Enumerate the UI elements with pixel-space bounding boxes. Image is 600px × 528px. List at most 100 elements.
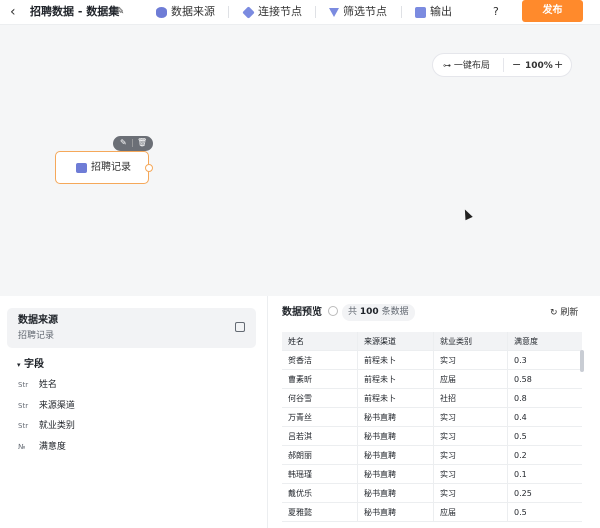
field-item[interactable]: № 满意度: [18, 440, 66, 454]
divider: [401, 6, 402, 18]
table-cell: 秘书直聘: [358, 465, 434, 484]
count-prefix: 共: [348, 307, 358, 317]
table-cell: 前程未卜: [358, 370, 434, 389]
row-count-badge: 共 100 条数据: [342, 304, 415, 321]
fields-heading-label: 字段: [24, 359, 44, 370]
column-header[interactable]: 来源渠道: [358, 332, 434, 351]
table-row[interactable]: 万青丝 秘书直聘 实习 0.4: [282, 408, 582, 427]
pencil-icon[interactable]: ✎: [116, 5, 124, 19]
zoom-in-button[interactable]: +: [554, 58, 563, 72]
table-cell: 韩瑶瑾: [282, 465, 358, 484]
column-header[interactable]: 满意度: [508, 332, 582, 351]
help-button[interactable]: ?: [493, 4, 499, 20]
table-cell: 何谷雪: [282, 389, 358, 408]
publish-button[interactable]: 发布: [522, 0, 583, 22]
table-row[interactable]: 吕若淇 秘书直聘 实习 0.5: [282, 427, 582, 446]
count-value: 100: [359, 307, 379, 317]
node-output-port[interactable]: [145, 164, 153, 172]
table-row[interactable]: 贺香洁 前程未卜 实习 0.3: [282, 351, 582, 370]
database-icon: [76, 163, 87, 173]
field-name: 就业类别: [38, 421, 75, 431]
field-item[interactable]: Str 就业类别: [18, 419, 75, 433]
field-item[interactable]: Str 来源渠道: [18, 399, 75, 413]
data-preview-panel: 数据预览 共 100 条数据 ↻ 刷新 姓名 来源渠道 就业类别 满意度 贺香洁…: [269, 296, 600, 528]
filter-icon: [329, 7, 339, 17]
table-row[interactable]: 韩瑶瑾 秘书直聘 实习 0.1: [282, 465, 582, 484]
table-cell: 万青丝: [282, 408, 358, 427]
fields-heading[interactable]: ▾ 字段: [17, 358, 44, 372]
source-title: 数据来源: [18, 315, 58, 326]
divider: [503, 58, 504, 72]
table-cell: 前程未卜: [358, 389, 434, 408]
table-cell: 秘书直聘: [358, 484, 434, 503]
table-row[interactable]: 夏雅懿 秘书直聘 应届 0.5: [282, 503, 582, 522]
source-card[interactable]: 数据来源 招聘记录: [7, 308, 256, 348]
tool-join-node-button[interactable]: 连接节点: [242, 4, 302, 20]
table-cell: 实习: [434, 446, 508, 465]
table-cell: 实习: [434, 408, 508, 427]
refresh-icon: ↻: [550, 308, 558, 318]
table-cell: 秘书直聘: [358, 503, 434, 522]
field-name: 满意度: [38, 442, 66, 452]
table-cell: 前程未卜: [358, 351, 434, 370]
tool-filter-node-button[interactable]: 筛选节点: [329, 4, 387, 20]
table-cell: 吕若淇: [282, 427, 358, 446]
layout-icon: ⊶: [443, 61, 451, 70]
table-row[interactable]: 戴优乐 秘书直聘 实习 0.25: [282, 484, 582, 503]
caret-down-icon: ▾: [17, 361, 21, 369]
auto-layout-button[interactable]: ⊶ 一键布局: [443, 59, 490, 73]
tool-label: 数据来源: [171, 5, 215, 18]
table-cell: 0.58: [514, 375, 532, 384]
zoom-out-button[interactable]: −: [512, 58, 521, 72]
source-panel: 数据来源 招聘记录 ▾ 字段 Str 姓名 Str 来源渠道 Str 就业类别 …: [0, 296, 268, 528]
table-row[interactable]: 郝朗丽 秘书直聘 实习 0.2: [282, 446, 582, 465]
database-icon[interactable]: [235, 322, 245, 332]
divider: [315, 6, 316, 18]
table-cell: 秘书直聘: [358, 427, 434, 446]
refresh-button[interactable]: ↻ 刷新: [550, 306, 578, 320]
trash-icon[interactable]: 🗑: [137, 137, 147, 149]
pencil-icon[interactable]: ✎: [120, 137, 127, 149]
table-row[interactable]: 曹素昕 前程未卜 应届 0.58: [282, 370, 582, 389]
top-toolbar: ‹ 招聘数据 - 数据集 ✎ 数据来源 连接节点 筛选节点 输出 ? 发布: [0, 0, 600, 24]
table-cell: 社招: [434, 389, 508, 408]
table-cell: 应届: [434, 503, 508, 522]
table-scrollbar[interactable]: [580, 350, 584, 372]
data-source-node[interactable]: 招聘记录: [55, 151, 153, 184]
table-header: 姓名 来源渠道 就业类别 满意度: [282, 332, 582, 351]
layout-controls: ⊶ 一键布局 − 100% +: [432, 53, 572, 77]
table-cell: 秘书直聘: [358, 408, 434, 427]
table-cell: 0.1: [514, 470, 527, 479]
column-header[interactable]: 就业类别: [434, 332, 508, 351]
column-header[interactable]: 姓名: [282, 332, 358, 351]
string-type-icon: Str: [18, 381, 29, 389]
node-label: 招聘记录: [91, 162, 131, 173]
table-cell: 0.25: [514, 489, 532, 498]
link-icon: [242, 5, 255, 19]
preview-title: 数据预览: [282, 307, 322, 318]
table-row[interactable]: 何谷雪 前程未卜 社招 0.8: [282, 389, 582, 408]
tool-output-button[interactable]: 输出: [415, 4, 452, 20]
table-cell: 夏雅懿: [282, 503, 358, 522]
auto-layout-label: 一键布局: [453, 61, 490, 71]
table-cell: 实习: [434, 484, 508, 503]
chevron-left-icon[interactable]: ‹: [10, 4, 24, 20]
tool-data-source-button[interactable]: 数据来源: [156, 4, 215, 20]
divider: [228, 6, 229, 18]
table-cell: 0.5: [514, 432, 527, 441]
table-cell: 实习: [434, 465, 508, 484]
table-cell: 贺香洁: [282, 351, 358, 370]
count-suffix: 条数据: [381, 307, 409, 317]
info-icon[interactable]: [328, 306, 338, 316]
string-type-icon: Str: [18, 422, 29, 430]
page-title: 招聘数据 - 数据集: [30, 5, 120, 18]
mouse-cursor-icon: [461, 207, 473, 221]
node-toolbar: ✎ | 🗑: [113, 136, 153, 151]
tool-label: 输出: [430, 5, 452, 18]
table-cell: 秘书直聘: [358, 446, 434, 465]
flow-canvas[interactable]: ⊶ 一键布局 − 100% + ✎ | 🗑 招聘记录: [0, 24, 600, 296]
export-icon: [415, 6, 426, 18]
table-cell: 应届: [434, 370, 508, 389]
field-item[interactable]: Str 姓名: [18, 378, 57, 392]
divider: |: [131, 138, 134, 147]
